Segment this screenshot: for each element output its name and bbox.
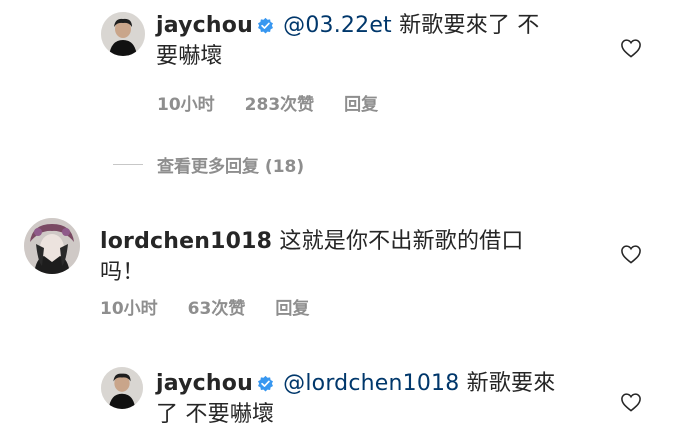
comment-body-line1: 新歌要來: [466, 371, 556, 396]
reply-button[interactable]: 回复: [344, 90, 378, 115]
avatar-jaychou-2[interactable]: [101, 367, 143, 409]
comment-likes[interactable]: 63次赞: [188, 294, 246, 319]
comment-username[interactable]: jaychou: [156, 13, 253, 38]
avatar-image: [101, 367, 143, 409]
heart-outline-icon[interactable]: [620, 392, 642, 412]
comment-likes[interactable]: 283次赞: [245, 90, 315, 115]
comment-text-1: jaychou @03.22et 新歌要來了 不 要嚇壞: [156, 10, 586, 72]
verified-badge-icon: [257, 375, 273, 392]
comment-mention[interactable]: @lordchen1018: [283, 371, 459, 396]
comment-username[interactable]: lordchen1018: [100, 229, 272, 254]
view-more-replies-label: 查看更多回复 (18): [157, 157, 305, 177]
comment-meta-1: 10小时 283次赞 回复: [157, 90, 378, 115]
comment-time: 10小时: [100, 299, 158, 319]
comment-username[interactable]: jaychou: [156, 371, 253, 396]
comment-meta-2: 10小时 63次赞 回复: [100, 294, 309, 319]
avatar-image: [101, 12, 145, 56]
avatar-jaychou-1[interactable]: [101, 12, 145, 56]
comment-text-2: lordchen1018 这就是你不出新歌的借口 吗！: [100, 226, 570, 288]
comment-body-line1: 新歌要來了 不: [399, 13, 540, 38]
verified-badge-icon: [257, 17, 273, 34]
divider-line: [113, 164, 143, 165]
comment-body-line2: 了 不要嚇壞: [156, 402, 275, 427]
reply-button[interactable]: 回复: [275, 294, 309, 319]
avatar-image: [24, 218, 80, 274]
comment-body-line2: 吗！: [100, 260, 145, 285]
comment-time: 10小时: [157, 95, 215, 115]
comment-text-3: jaychou @lordchen1018 新歌要來 了 不要嚇壞: [156, 368, 586, 430]
view-more-replies[interactable]: 查看更多回复 (18): [113, 152, 304, 177]
comment-mention[interactable]: @03.22et: [283, 13, 392, 38]
comment-body-line1: 这就是你不出新歌的借口: [279, 229, 524, 254]
comment-body-line2: 要嚇壞: [156, 44, 223, 69]
heart-outline-icon[interactable]: [620, 38, 642, 58]
avatar-lordchen1018[interactable]: [24, 218, 80, 274]
heart-outline-icon[interactable]: [620, 244, 642, 264]
